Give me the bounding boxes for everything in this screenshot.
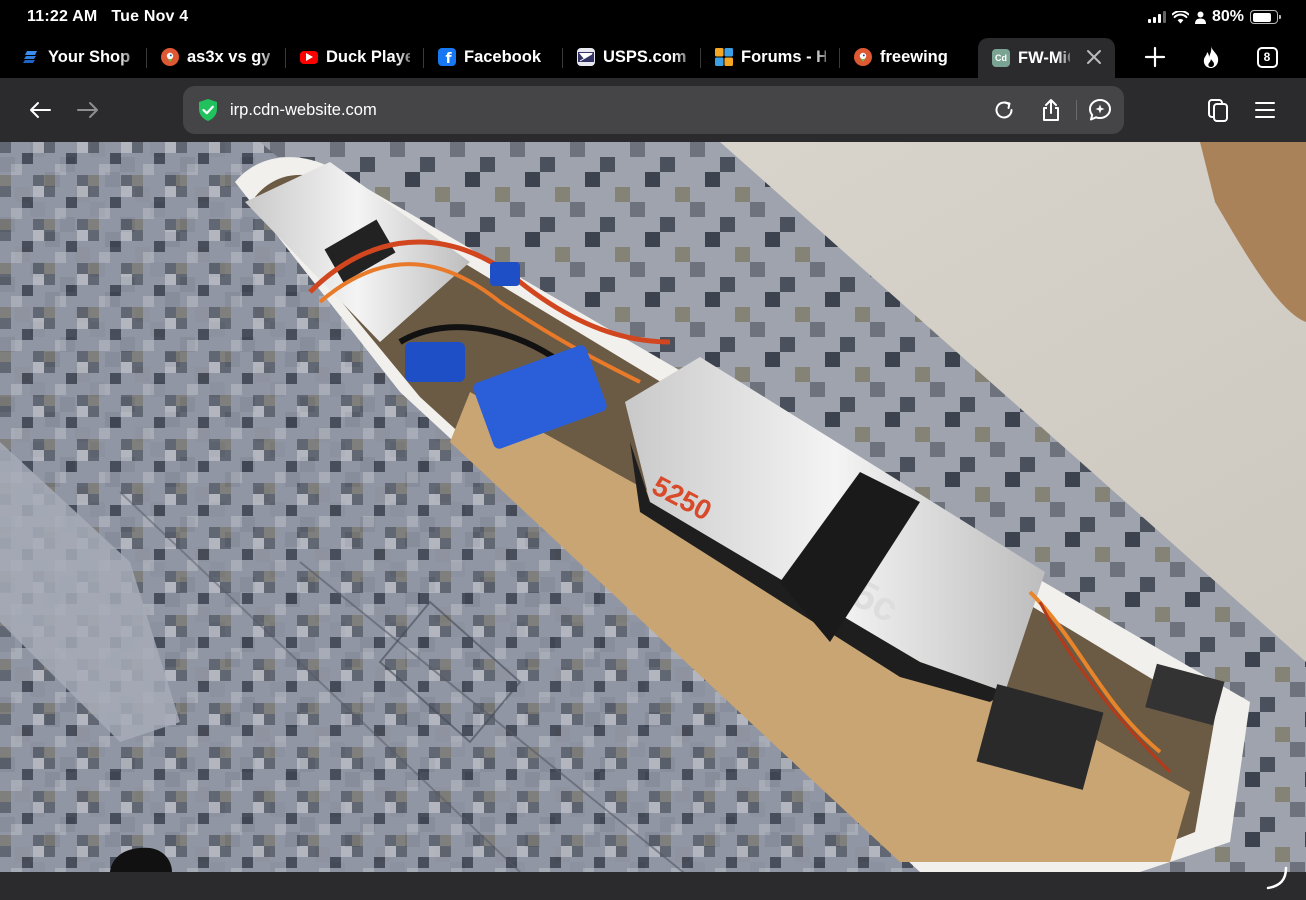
duck-ai-button[interactable]: [1087, 97, 1113, 123]
menu-button[interactable]: [1247, 92, 1283, 128]
usps-favicon: [577, 48, 595, 66]
forums-favicon: [715, 48, 733, 66]
shop-favicon: [22, 48, 40, 66]
tab-fw-mig-active[interactable]: Cd FW-MiG: [978, 38, 1115, 78]
facebook-favicon: f: [438, 48, 456, 67]
youtube-favicon: [300, 50, 318, 64]
wifi-icon: [1171, 10, 1189, 23]
tab-label: Facebook: [464, 47, 542, 66]
resize-handle-icon[interactable]: [1260, 864, 1290, 892]
back-button[interactable]: [22, 92, 58, 128]
tabs-icon: [1208, 99, 1228, 122]
tab-your-shop[interactable]: Your Shop: [8, 38, 144, 76]
back-arrow-icon: [30, 102, 51, 118]
fire-button[interactable]: [1191, 38, 1231, 76]
forward-arrow-icon: [77, 102, 98, 118]
hamburger-menu-icon: [1255, 102, 1275, 118]
tab-count-icon: 8: [1256, 46, 1278, 68]
status-indicators: 80%: [1147, 8, 1281, 26]
status-bar: 11:22 AM Tue Nov 4 80%: [0, 0, 1306, 36]
address-bar[interactable]: irp.cdn-website.com: [183, 86, 1124, 134]
tab-facebook[interactable]: f Facebook: [424, 38, 561, 76]
chat-sparkle-icon: [1089, 99, 1111, 121]
browser-toolbar: irp.cdn-website.com: [0, 78, 1306, 142]
tab-overview-button[interactable]: 8: [1247, 38, 1287, 76]
battery-icon: [1250, 10, 1281, 24]
cd-favicon: Cd: [992, 49, 1010, 67]
plus-icon: [1144, 46, 1166, 68]
forward-button[interactable]: [70, 92, 106, 128]
person-icon: [1194, 11, 1206, 24]
url-text[interactable]: irp.cdn-website.com: [230, 101, 377, 120]
tab-label: freewing: [880, 47, 948, 66]
status-time: 11:22 AM Tue Nov 4: [27, 8, 188, 26]
tab-forums[interactable]: Forums - H: [701, 38, 838, 76]
share-button[interactable]: [1038, 97, 1064, 123]
share-icon: [1043, 99, 1059, 121]
bottom-bar: [0, 866, 1306, 900]
fire-icon: [1203, 46, 1219, 68]
rc-jet-photo: 5250 35c: [0, 142, 1306, 872]
tab-strip: Your Shop as3x vs gy Duck Player f Faceb…: [0, 36, 1306, 78]
new-tab-button[interactable]: [1135, 38, 1175, 76]
date: Tue Nov 4: [111, 8, 189, 25]
tabs-button[interactable]: [1200, 92, 1236, 128]
tab-as3x-vs-gy[interactable]: as3x vs gy: [147, 38, 284, 76]
tab-count: 8: [1263, 50, 1271, 64]
page-content: 5250 35c: [0, 142, 1306, 872]
duckduckgo-favicon: [854, 48, 872, 66]
tab-usps[interactable]: USPS.com: [563, 38, 699, 76]
reload-button[interactable]: [991, 97, 1017, 123]
reload-icon: [995, 101, 1013, 119]
close-tab-icon[interactable]: [1085, 48, 1103, 66]
tab-freewing[interactable]: freewing: [840, 38, 976, 76]
battery-percent: 80%: [1211, 8, 1244, 25]
cellular-signal-icon: [1147, 11, 1166, 23]
shield-check-icon: [199, 99, 217, 121]
duckduckgo-favicon: [161, 48, 179, 66]
clock: 11:22 AM: [27, 8, 98, 25]
tab-duck-player[interactable]: Duck Player: [286, 38, 422, 76]
